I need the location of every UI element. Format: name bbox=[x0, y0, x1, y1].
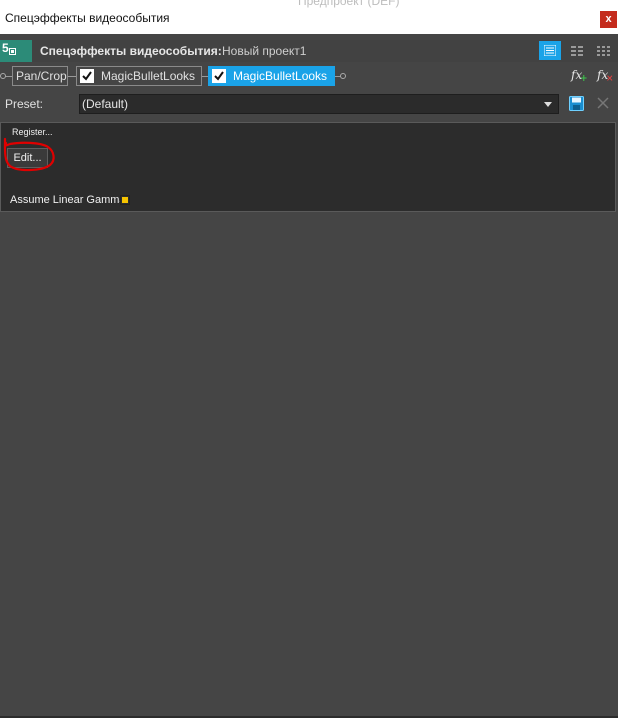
preset-value: (Default) bbox=[82, 97, 129, 111]
window-title-bar: Предпроект (DEF) Спецэффекты видеособыти… bbox=[0, 0, 618, 34]
project-name: Новый проект1 bbox=[222, 44, 307, 58]
event-number: 5 bbox=[2, 41, 9, 55]
preset-label: Preset: bbox=[5, 97, 44, 111]
event-fx-header: 5 Спецэффекты видеособытия: Новый проект… bbox=[0, 40, 618, 62]
tile-view-icon[interactable] bbox=[592, 41, 614, 60]
list-view-icon[interactable] bbox=[539, 41, 561, 60]
header-label: Спецэффекты видеособытия: bbox=[40, 44, 222, 58]
chevron-down-icon bbox=[544, 102, 552, 107]
chain-start-node bbox=[0, 73, 6, 79]
fx-add-icon[interactable]: fx + bbox=[571, 68, 588, 84]
chain-item-label: Pan/Crop bbox=[16, 69, 67, 83]
chain-item-magic-bullet-looks-2[interactable]: MagicBulletLooks bbox=[208, 66, 335, 86]
chain-end-node bbox=[340, 73, 346, 79]
event-badge: 5 bbox=[0, 40, 32, 62]
plugin-chain: Pan/Crop MagicBulletLooks MagicBulletLoo… bbox=[0, 66, 618, 88]
delete-preset-icon[interactable] bbox=[597, 97, 609, 109]
plugin-panel: Register... Edit... Assume Linear Gamma bbox=[0, 122, 616, 212]
enable-checkbox[interactable] bbox=[80, 69, 94, 83]
chain-item-label: MagicBulletLooks bbox=[101, 69, 196, 83]
fx-remove-icon[interactable]: fx × bbox=[597, 68, 614, 84]
grid-view-icon[interactable] bbox=[566, 41, 588, 60]
close-button[interactable]: x bbox=[600, 11, 617, 28]
assume-linear-gamma-label: Assume Linear Gamma bbox=[10, 194, 126, 206]
chain-item-pan-crop[interactable]: Pan/Crop bbox=[12, 66, 68, 86]
annotation-circle bbox=[3, 137, 55, 172]
assume-linear-gamma-checkbox[interactable] bbox=[120, 195, 130, 205]
chain-item-magic-bullet-looks-1[interactable]: MagicBulletLooks bbox=[76, 66, 202, 86]
event-frame-icon bbox=[9, 48, 16, 55]
background-window-title: Предпроект (DEF) bbox=[298, 0, 400, 8]
enable-checkbox[interactable] bbox=[212, 69, 226, 83]
chain-connector bbox=[68, 76, 76, 77]
save-icon[interactable] bbox=[569, 96, 584, 111]
preset-dropdown[interactable]: (Default) bbox=[79, 94, 559, 114]
chain-item-label: MagicBulletLooks bbox=[233, 69, 328, 83]
window-title: Спецэффекты видеособытия bbox=[5, 11, 170, 25]
